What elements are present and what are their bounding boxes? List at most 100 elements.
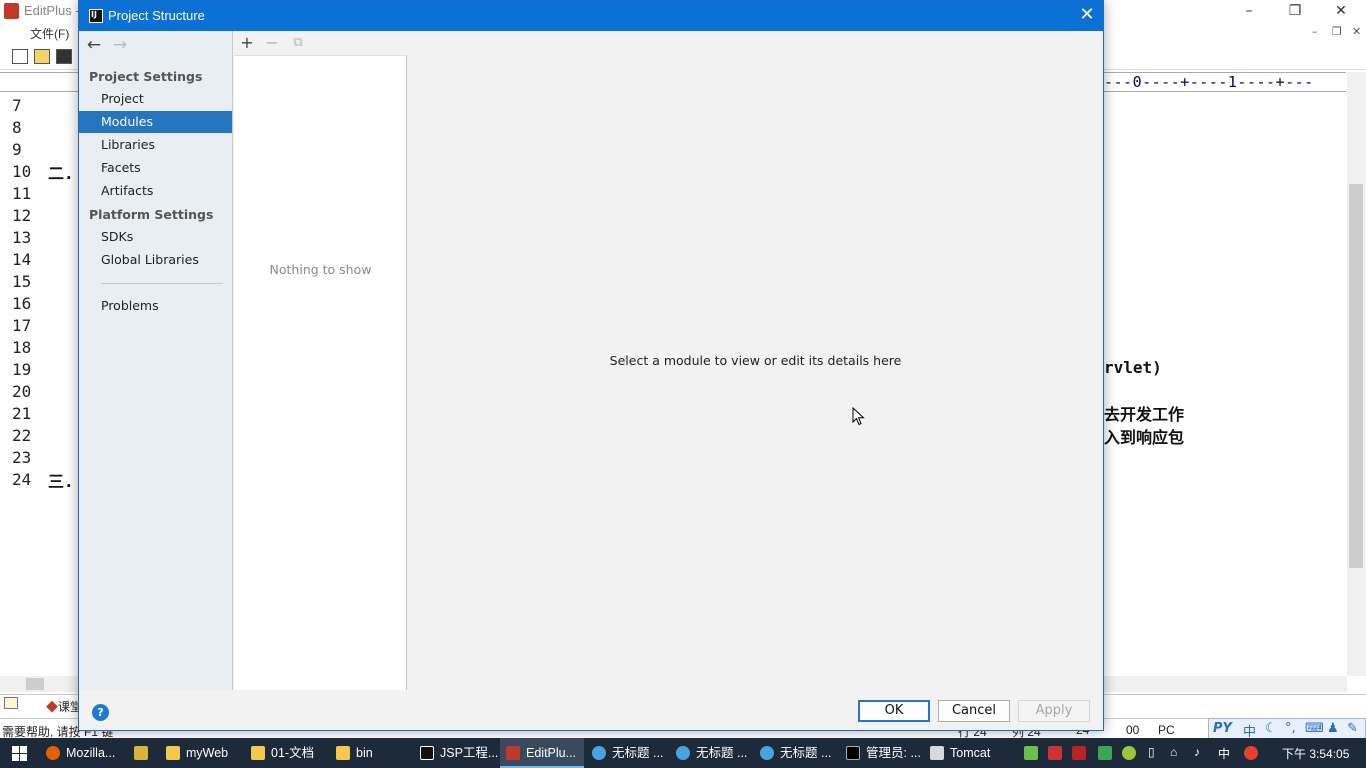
ime-keyboard-icon[interactable]: ⌨ — [1305, 721, 1324, 736]
intellij-icon — [420, 746, 434, 760]
line-number: 8 — [12, 118, 22, 137]
code-fragment: 去开发工作 — [1104, 405, 1185, 424]
tray-ime-indicator[interactable]: 中 — [1218, 745, 1230, 762]
code-fragment: rvlet) — [1104, 358, 1162, 377]
open-folder-icon[interactable] — [34, 49, 50, 64]
taskbar-item-bin[interactable]: bin — [330, 738, 373, 768]
file-tab[interactable]: ◆课堂 — [46, 698, 82, 715]
restore-icon[interactable]: ❐ — [1272, 0, 1318, 22]
nav-item-sdks[interactable]: SDKs — [79, 226, 232, 248]
folder-icon — [336, 746, 350, 760]
taskbar-item-cmd[interactable]: 管理员: ... — [840, 738, 921, 768]
tray-volume-icon[interactable]: ♪ — [1194, 745, 1200, 759]
mouse-cursor-icon — [852, 407, 865, 426]
apply-button[interactable]: Apply — [1018, 700, 1090, 722]
module-list-toolbar: + − ⧉ — [234, 31, 407, 56]
paint-icon — [592, 746, 606, 760]
start-windows-icon[interactable] — [0, 738, 38, 768]
taskbar-item-jsp[interactable]: JSP工程... — [414, 738, 498, 768]
help-icon[interactable]: ? — [92, 704, 109, 721]
nav-item-libraries[interactable]: Libraries — [79, 134, 232, 156]
code-line-24: 三. — [48, 472, 74, 491]
project-structure-dialog: Project Structure ✕ ← → Project Settings… — [78, 0, 1104, 731]
tray-device-icon[interactable]: ▯ — [1148, 745, 1155, 759]
ok-button[interactable]: OK — [858, 700, 930, 722]
ime-moon-icon[interactable]: ☾ — [1265, 721, 1277, 736]
nav-item-project[interactable]: Project — [79, 88, 232, 110]
line-number: 15 — [12, 272, 32, 291]
folder-icon — [251, 746, 265, 760]
console-icon — [846, 746, 860, 760]
line-number: 7 — [12, 96, 22, 115]
line-number: 20 — [12, 382, 32, 401]
mdi-close-icon[interactable]: ✕ — [1352, 25, 1361, 38]
taskbar-item-myweb[interactable]: myWeb — [160, 738, 228, 768]
line-number: 13 — [12, 228, 32, 247]
taskbar-item-untitled-1[interactable]: 无标题 ... — [586, 738, 663, 768]
line-number: 10 — [12, 162, 32, 181]
taskbar-clock[interactable]: 下午 3:54:05 — [1282, 745, 1349, 762]
editplus-app-title: EditPlus - — [24, 3, 80, 18]
dialog-close-icon[interactable]: ✕ — [1077, 5, 1097, 25]
nav-item-modules[interactable]: Modules — [79, 111, 232, 133]
dialog-title-bar: Project Structure ✕ — [79, 1, 1103, 31]
mdi-restore-icon[interactable]: ❐ — [1332, 25, 1342, 38]
ime-punct-icon[interactable]: °, — [1285, 721, 1296, 736]
detail-placeholder-text: Select a module to view or edit its deta… — [609, 353, 902, 368]
taskbar-item-editplus[interactable]: EditPlu... — [500, 738, 584, 768]
taskbar-item-docs[interactable]: 01-文档 — [245, 738, 314, 768]
window-close-icon[interactable]: ✕ — [1318, 0, 1364, 22]
line-number: 12 — [12, 206, 32, 225]
vertical-scrollbar[interactable] — [1347, 72, 1366, 676]
section-project-settings: Project Settings — [89, 69, 203, 84]
taskbar-item-firefox[interactable]: Mozilla... — [40, 738, 115, 768]
nav-item-problems[interactable]: Problems — [79, 295, 232, 317]
remove-module-icon[interactable]: − — [262, 33, 282, 53]
ime-toolbar[interactable]: PY 中 ☾ °, ⌨ ♟ ✎ — [1208, 718, 1366, 740]
back-arrow-icon[interactable]: ← — [84, 35, 104, 55]
line-number: 18 — [12, 338, 32, 357]
line-number: 23 — [12, 448, 32, 467]
nav-item-artifacts[interactable]: Artifacts — [79, 180, 232, 202]
cancel-button[interactable]: Cancel — [938, 700, 1010, 722]
ime-user-icon[interactable]: ♟ — [1327, 721, 1339, 736]
line-number: 17 — [12, 316, 32, 335]
ime-wrench-icon[interactable]: ✎ — [1347, 721, 1358, 736]
tray-battery-icon[interactable] — [1024, 746, 1038, 760]
java-icon — [930, 746, 944, 760]
nav-item-facets[interactable]: Facets — [79, 157, 232, 179]
code-fragment: 入到响应包 — [1104, 428, 1185, 447]
forward-arrow-icon[interactable]: → — [110, 35, 130, 55]
line-number: 21 — [12, 404, 32, 423]
mdi-minimize-icon[interactable]: – — [1312, 25, 1318, 38]
add-module-icon[interactable]: + — [237, 33, 257, 53]
module-detail-pane: Select a module to view or edit its deta… — [408, 31, 1103, 690]
dialog-title: Project Structure — [108, 8, 205, 23]
ime-logo-icon: PY — [1213, 721, 1232, 736]
empty-list-text: Nothing to show — [269, 262, 372, 277]
scrollbar-thumb[interactable] — [26, 678, 44, 690]
windows-taskbar: Mozilla... myWeb 01-文档 bin JSP工程... Edit… — [0, 738, 1366, 768]
taskbar-item-untitled-2[interactable]: 无标题 ... — [670, 738, 747, 768]
taskbar-item-tomcat[interactable]: Tomcat — [924, 738, 990, 768]
line-number: 14 — [12, 250, 32, 269]
tray-app-icon[interactable] — [1072, 746, 1086, 760]
tool-icon — [134, 746, 148, 760]
editplus-icon — [506, 746, 520, 760]
tray-360-icon[interactable] — [1122, 746, 1136, 760]
minimize-icon[interactable]: – — [1226, 0, 1272, 22]
tray-tool-icon[interactable] — [1048, 746, 1062, 760]
save-icon[interactable] — [56, 49, 72, 64]
tray-sogou-icon[interactable] — [1244, 746, 1258, 760]
nav-item-global-libraries[interactable]: Global Libraries — [79, 249, 232, 271]
taskbar-item-tool[interactable] — [128, 738, 148, 768]
line-number-gutter: 7 8 9 10 11 12 13 14 15 16 17 18 19 20 2… — [0, 92, 44, 676]
taskbar-item-untitled-3[interactable]: 无标题 ... — [754, 738, 831, 768]
copy-module-icon[interactable]: ⧉ — [288, 33, 308, 53]
new-file-icon[interactable] — [12, 49, 28, 64]
tray-shield-icon[interactable] — [1098, 746, 1112, 760]
tray-network-icon[interactable]: ⌂ — [1170, 745, 1177, 759]
scrollbar-thumb[interactable] — [1349, 184, 1363, 568]
folder-icon[interactable] — [4, 697, 18, 709]
menu-file[interactable]: 文件(F) — [30, 25, 69, 42]
